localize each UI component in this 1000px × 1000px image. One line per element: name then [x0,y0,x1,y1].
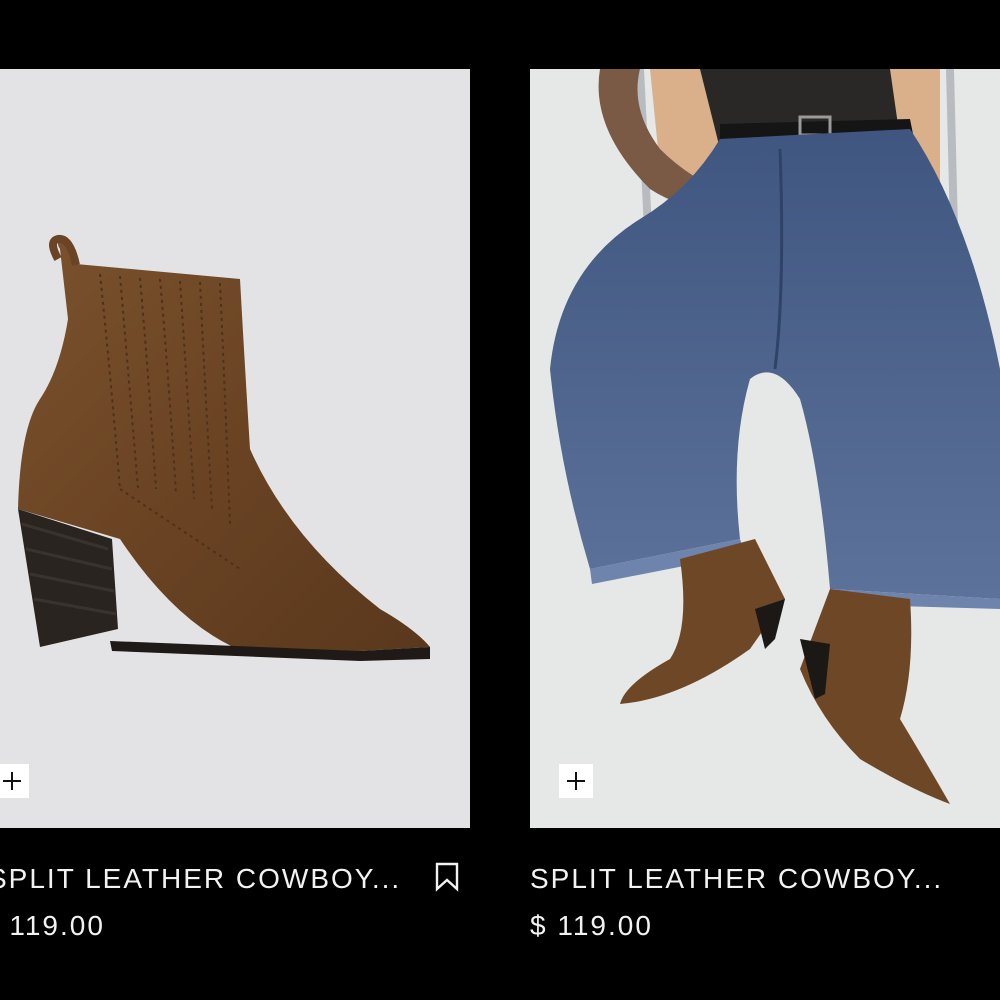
bookmark-button[interactable] [434,862,460,892]
bookmark-icon [435,862,459,892]
product-price: $ 119.00 [530,910,653,941]
product-image[interactable] [0,69,470,828]
model-illustration [550,69,1000,804]
boot-illustration [18,234,430,661]
plus-icon [567,772,585,790]
plus-icon [3,772,21,790]
product-card[interactable]: SPLIT LEATHER COWBOY... $ 119.00 [0,0,470,1000]
product-image[interactable] [530,69,1000,828]
product-title[interactable]: SPLIT LEATHER COWBOY... [0,862,401,896]
product-price: $ 119.00 [0,910,105,941]
product-card[interactable]: SPLIT LEATHER COWBOY... $ 119.00 [530,0,1000,1000]
product-title[interactable]: SPLIT LEATHER COWBOY... [530,862,943,896]
add-to-cart-button[interactable] [559,764,593,798]
add-to-cart-button[interactable] [0,764,29,798]
